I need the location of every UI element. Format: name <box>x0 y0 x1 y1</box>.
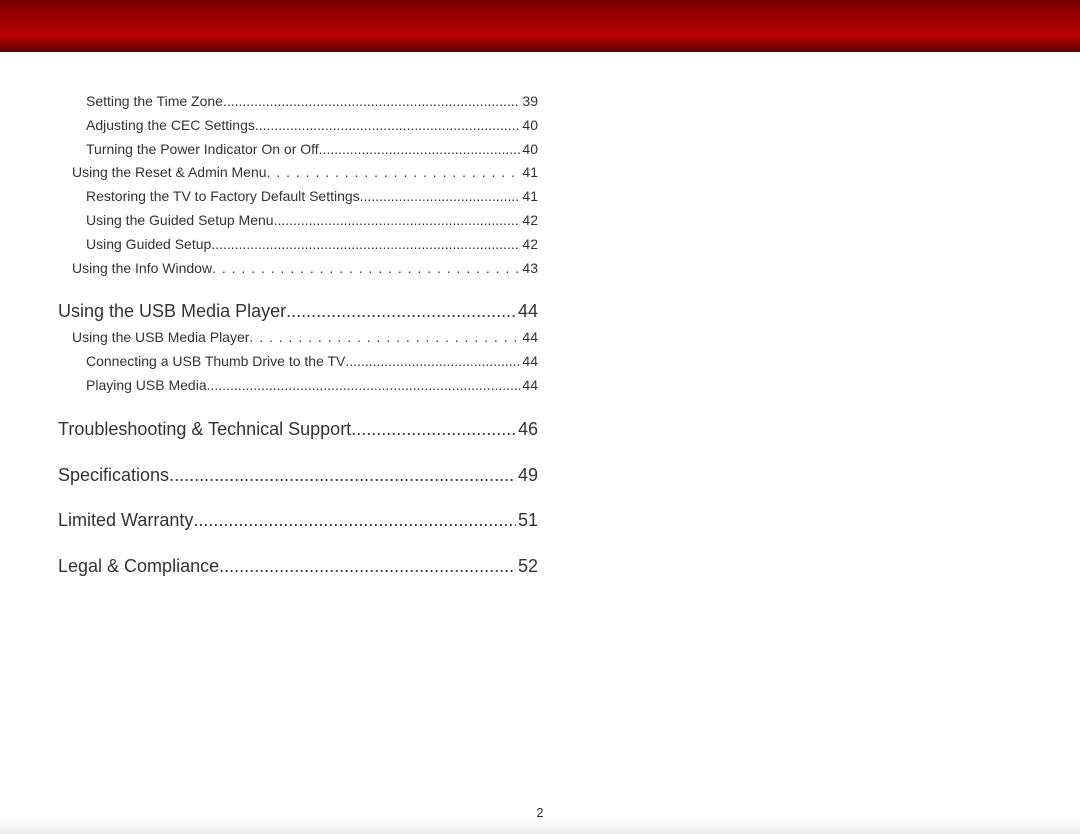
toc-leader <box>207 374 521 398</box>
toc-entry-page: 44 <box>520 326 538 350</box>
toc-entry-page: 39 <box>520 90 538 114</box>
toc-entry: Restoring the TV to Factory Default Sett… <box>86 185 538 209</box>
toc-entry-page: 42 <box>520 209 538 233</box>
toc-leader <box>319 138 521 162</box>
table-of-contents: Setting the Time Zone39Adjusting the CEC… <box>0 52 530 581</box>
toc-leader <box>223 90 520 114</box>
toc-leader <box>211 233 520 257</box>
toc-entry-title: Specifications <box>58 462 169 490</box>
toc-entry: Limited Warranty 51 <box>58 507 538 535</box>
toc-leader <box>274 209 521 233</box>
toc-entry-title: Connecting a USB Thumb Drive to the TV <box>86 350 345 374</box>
toc-entry: Using the USB Media Player 44 <box>72 326 538 350</box>
toc-entry-title: Limited Warranty <box>58 507 193 535</box>
toc-entry: Using the USB Media Player 44 <box>58 298 538 326</box>
toc-entry-title: Adjusting the CEC Settings <box>86 114 255 138</box>
page-number: 2 <box>0 805 1080 820</box>
toc-leader <box>267 161 521 185</box>
toc-entry: Setting the Time Zone 39 <box>86 90 538 114</box>
toc-leader <box>249 326 520 350</box>
toc-entry: Using the Guided Setup Menu 42 <box>86 209 538 233</box>
toc-entry-page: 40 <box>520 114 538 138</box>
toc-leader <box>169 462 516 490</box>
toc-entry-title: Playing USB Media <box>86 374 207 398</box>
toc-entry-page: 44 <box>516 298 538 326</box>
toc-entry-title: Legal & Compliance <box>58 553 219 581</box>
toc-entry: Connecting a USB Thumb Drive to the TV 44 <box>86 350 538 374</box>
toc-entry-page: 41 <box>520 161 538 185</box>
toc-entry-title: Using Guided Setup <box>86 233 211 257</box>
toc-entry: Turning the Power Indicator On or Off 40 <box>86 138 538 162</box>
toc-entry: Legal & Compliance 52 <box>58 553 538 581</box>
toc-leader <box>360 185 521 209</box>
toc-entry-title: Using the Reset & Admin Menu <box>72 161 267 185</box>
toc-entry-title: Using the USB Media Player <box>72 326 249 350</box>
toc-entry-page: 51 <box>516 507 538 535</box>
toc-entry-page: 49 <box>516 462 538 490</box>
toc-entry: Adjusting the CEC Settings 40 <box>86 114 538 138</box>
toc-entry-page: 46 <box>516 416 538 444</box>
toc-entry-title: Using the USB Media Player <box>58 298 286 326</box>
toc-entry: Troubleshooting & Technical Support 46 <box>58 416 538 444</box>
toc-entry-title: Turning the Power Indicator On or Off <box>86 138 319 162</box>
toc-leader <box>219 553 516 581</box>
toc-leader <box>212 257 520 281</box>
toc-entry-title: Using the Guided Setup Menu <box>86 209 274 233</box>
toc-entry-page: 40 <box>520 138 538 162</box>
toc-entry-title: Setting the Time Zone <box>86 90 223 114</box>
toc-entry-title: Troubleshooting & Technical Support <box>58 416 351 444</box>
toc-entry: Playing USB Media 44 <box>86 374 538 398</box>
toc-entry: Using the Reset & Admin Menu 41 <box>72 161 538 185</box>
toc-entry: Using Guided Setup 42 <box>86 233 538 257</box>
header-band <box>0 0 1080 52</box>
toc-entry-page: 42 <box>520 233 538 257</box>
toc-entry-page: 41 <box>520 185 538 209</box>
toc-entry: Specifications 49 <box>58 462 538 490</box>
toc-leader <box>193 507 516 535</box>
toc-leader <box>351 416 516 444</box>
toc-entry-title: Restoring the TV to Factory Default Sett… <box>86 185 360 209</box>
toc-entry-title: Using the Info Window <box>72 257 212 281</box>
toc-leader <box>255 114 521 138</box>
toc-entry-page: 44 <box>520 374 538 398</box>
toc-entry-page: 43 <box>520 257 538 281</box>
page-shadow <box>0 818 1080 834</box>
toc-leader <box>345 350 520 374</box>
toc-entry-page: 52 <box>516 553 538 581</box>
toc-entry-page: 44 <box>520 350 538 374</box>
toc-entry: Using the Info Window 43 <box>72 257 538 281</box>
toc-leader <box>286 298 516 326</box>
